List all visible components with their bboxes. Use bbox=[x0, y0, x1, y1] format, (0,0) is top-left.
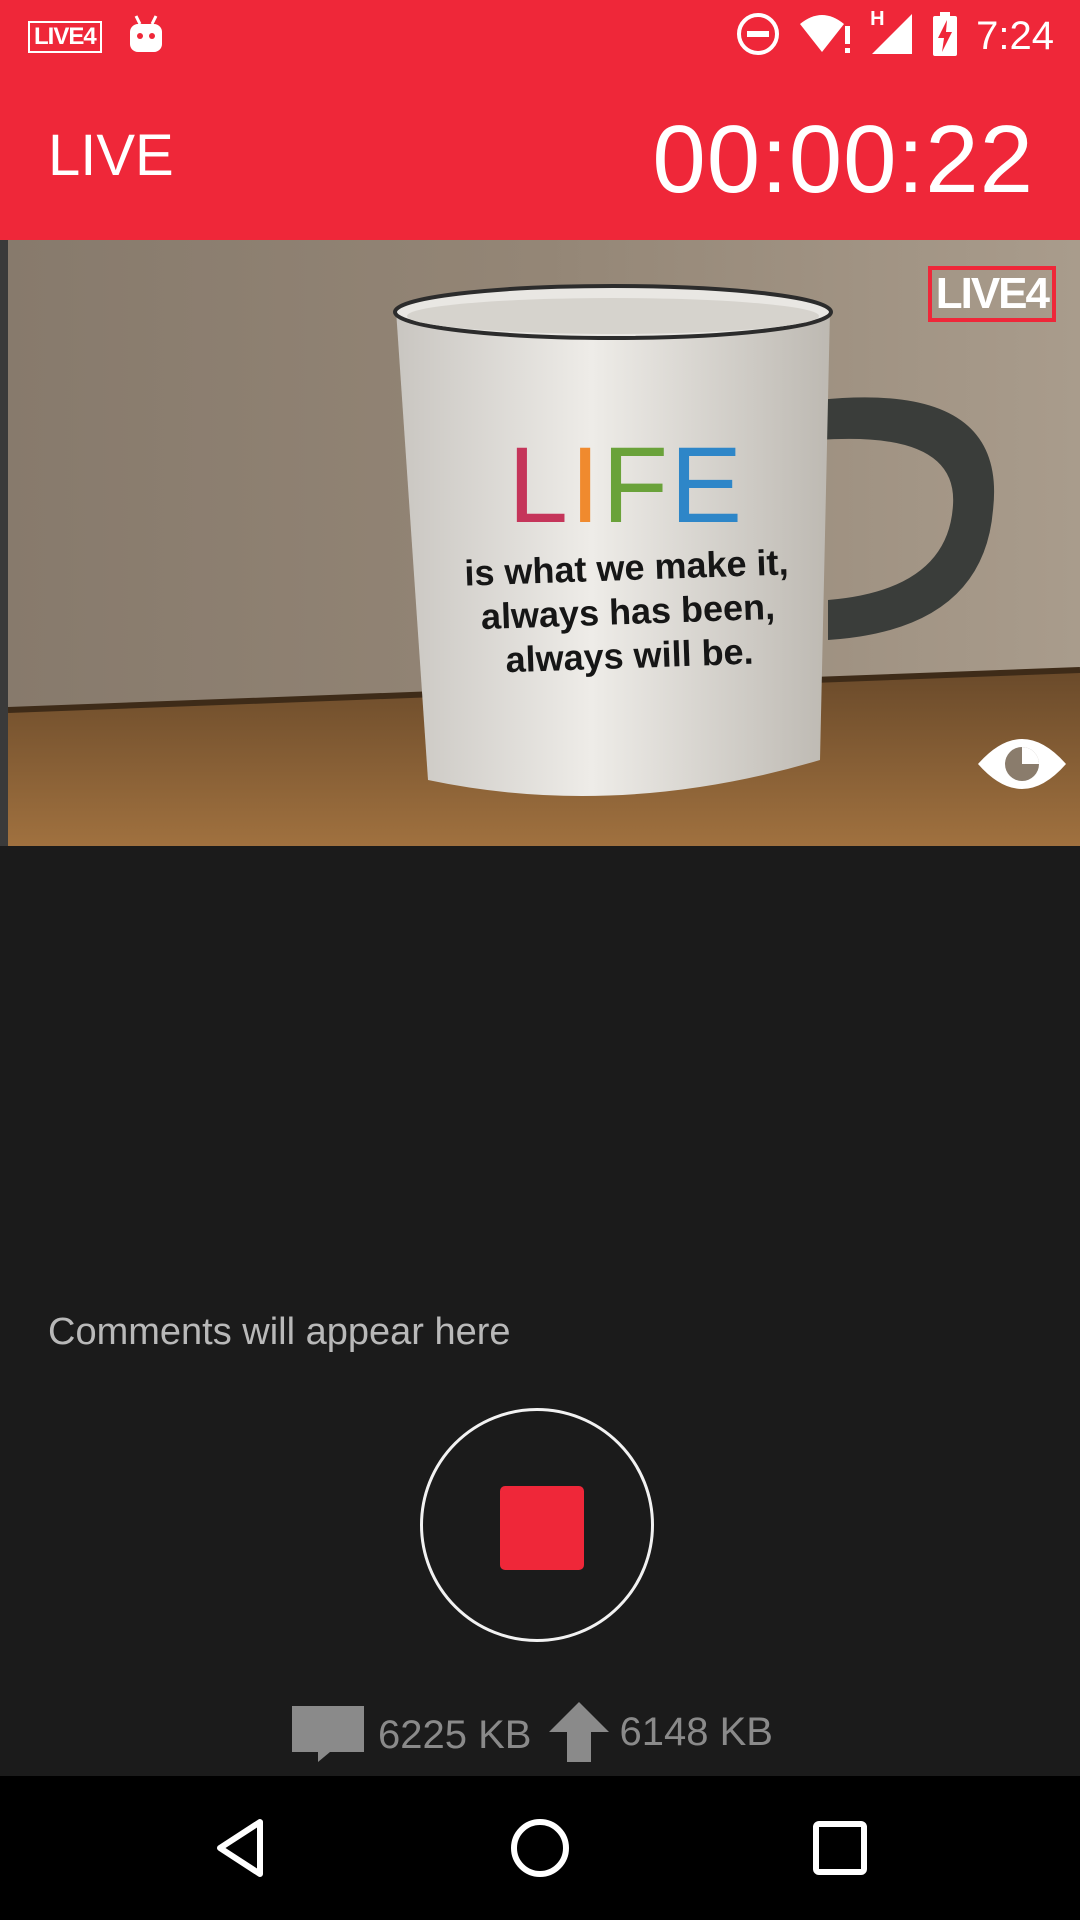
viewer-counter: 0 bbox=[976, 734, 1067, 789]
app-bar: LIVE 00:00:22 bbox=[0, 72, 1080, 240]
mug-letter-i: I bbox=[570, 424, 603, 545]
buffer-size: 6225 KB bbox=[378, 1712, 532, 1757]
mug-life-text: LIFE bbox=[508, 430, 744, 540]
upload-arrow-icon bbox=[547, 1700, 611, 1769]
stop-icon bbox=[500, 1486, 584, 1570]
live-title: LIVE bbox=[48, 123, 174, 188]
stream-stats: 6225 KB 6148 KB bbox=[290, 1700, 773, 1769]
recents-icon bbox=[813, 1821, 867, 1875]
back-button[interactable] bbox=[206, 1812, 278, 1884]
uploaded-size: 6148 KB bbox=[619, 1709, 773, 1754]
live4-watermark: LIVE4 bbox=[927, 266, 1056, 322]
stream-timer: 00:00:22 bbox=[652, 106, 1034, 213]
camera-preview[interactable]: LIFE is what we make it, always has been… bbox=[8, 240, 1080, 846]
battery-charging-icon bbox=[932, 11, 958, 61]
mug-quote: is what we make it, always has been, alw… bbox=[436, 539, 820, 684]
screen: LIVE4 H 7:24 LIVE 00:00:22 LIFE is what … bbox=[0, 0, 1080, 1920]
do-not-disturb-icon bbox=[736, 12, 780, 61]
mug-letter-l: L bbox=[508, 424, 571, 545]
navigation-bar bbox=[0, 1776, 1080, 1920]
status-bar: LIVE4 H 7:24 bbox=[0, 0, 1080, 72]
comments-placeholder: Comments will appear here bbox=[48, 1311, 511, 1353]
status-time: 7:24 bbox=[976, 14, 1054, 58]
mug-letter-f: F bbox=[602, 424, 671, 545]
stop-record-button[interactable] bbox=[420, 1408, 654, 1642]
preview-edge bbox=[0, 240, 8, 846]
home-button[interactable] bbox=[504, 1812, 576, 1884]
wifi-alert-icon bbox=[798, 12, 852, 61]
network-type-label: H bbox=[870, 7, 885, 30]
buffer-icon bbox=[290, 1702, 366, 1767]
live4-app-icon: LIVE4 bbox=[28, 20, 102, 53]
recents-button[interactable] bbox=[804, 1812, 876, 1884]
android-icon bbox=[128, 14, 164, 59]
home-icon bbox=[511, 1819, 569, 1877]
back-icon bbox=[217, 1819, 263, 1877]
mug-letter-e: E bbox=[670, 424, 745, 545]
cell-signal-icon: H bbox=[870, 8, 914, 61]
